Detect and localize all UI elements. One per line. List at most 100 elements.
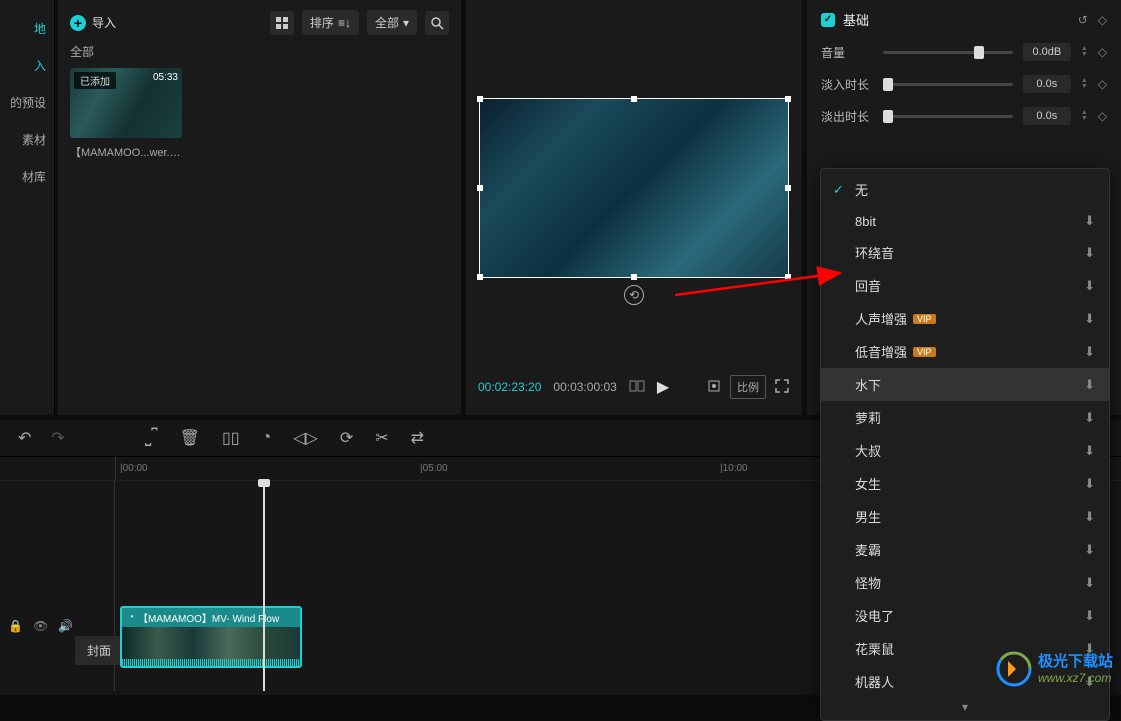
effect-item[interactable]: 低音增强VIP⬇: [821, 335, 1109, 368]
effect-item[interactable]: 萝莉⬇: [821, 401, 1109, 434]
fade-out-stepper[interactable]: ▲▼: [1081, 110, 1088, 122]
mirror-icon[interactable]: ◁▷: [293, 428, 318, 448]
left-sidebar: 地 入 的预设 素材 材库: [0, 0, 55, 415]
resize-handle[interactable]: [785, 96, 791, 102]
undo-icon[interactable]: ↶: [18, 428, 31, 448]
fade-out-slider[interactable]: [883, 115, 1013, 118]
redo-icon[interactable]: ↷: [51, 428, 64, 448]
effect-label: 8bit: [855, 214, 876, 229]
reverse-icon[interactable]: ⇄: [411, 428, 424, 448]
sidebar-item-0[interactable]: 地: [0, 10, 54, 47]
download-icon[interactable]: ⬇: [1084, 443, 1095, 459]
volume-value[interactable]: 0.0dB: [1023, 43, 1071, 61]
search-icon[interactable]: [425, 11, 449, 35]
rotate-handle[interactable]: ⟲: [624, 285, 644, 305]
effect-item[interactable]: 大叔 ⬇: [821, 434, 1109, 467]
video-frame[interactable]: ⟲: [479, 98, 789, 278]
sort-button[interactable]: 排序 ≡↓: [302, 10, 359, 35]
effect-label: 回音: [855, 276, 881, 295]
clip-header: ◔ 【MAMAMOO】MV- Wind Flow: [122, 608, 300, 627]
download-icon[interactable]: ⬇: [1084, 213, 1095, 229]
volume-slider[interactable]: [883, 51, 1013, 54]
scroll-down-icon[interactable]: ▾: [821, 698, 1109, 716]
frame-icon[interactable]: ▯▯: [222, 428, 240, 448]
fade-in-stepper[interactable]: ▲▼: [1081, 78, 1088, 90]
split-icon[interactable]: ⎵⎴: [145, 429, 158, 447]
sidebar-item-4[interactable]: 材库: [0, 158, 54, 195]
effect-item[interactable]: 环绕音 ⬇: [821, 236, 1109, 269]
lock-icon[interactable]: 🔒: [8, 619, 23, 633]
download-icon[interactable]: ⬇: [1084, 245, 1095, 261]
resize-handle[interactable]: [477, 274, 483, 280]
sidebar-item-1[interactable]: 入: [0, 47, 54, 84]
download-icon[interactable]: ⬇: [1084, 608, 1095, 624]
effect-item[interactable]: 人声增强VIP⬇: [821, 302, 1109, 335]
category-all[interactable]: 全部: [70, 43, 449, 60]
keyframe-icon[interactable]: ◇: [1098, 45, 1107, 59]
check-icon[interactable]: ✓: [821, 13, 835, 27]
download-icon[interactable]: ⬇: [1084, 377, 1095, 393]
effect-item[interactable]: 没电了⬇: [821, 599, 1109, 632]
keyframe-icon[interactable]: ◇: [1098, 77, 1107, 91]
compare-icon[interactable]: [629, 378, 645, 397]
download-icon[interactable]: ⬇: [1084, 311, 1095, 327]
eye-icon[interactable]: 👁: [33, 619, 48, 633]
effect-item[interactable]: 水下 ⬇: [821, 368, 1109, 401]
cover-button[interactable]: 封面: [75, 636, 123, 665]
effect-item[interactable]: 怪物⬇: [821, 566, 1109, 599]
effect-label: 水下: [855, 375, 881, 394]
download-icon[interactable]: ⬇: [1084, 509, 1095, 525]
effect-item[interactable]: 回音 ⬇: [821, 269, 1109, 302]
media-toolbar: + 导入 排序 ≡↓ 全部 ▾: [70, 10, 449, 35]
rotate-icon[interactable]: ⟳: [340, 428, 353, 448]
ruler-mark: |10:00: [720, 463, 748, 474]
fade-in-value[interactable]: 0.0s: [1023, 75, 1071, 93]
fullscreen-icon[interactable]: [774, 378, 790, 397]
sidebar-item-2[interactable]: 的预设: [0, 84, 54, 121]
keyframe-icon[interactable]: ◇: [1098, 109, 1107, 123]
resize-handle[interactable]: [785, 274, 791, 280]
mute-icon[interactable]: 🔊: [58, 619, 73, 633]
import-button[interactable]: + 导入: [70, 14, 116, 31]
effect-label: 大叔: [855, 441, 881, 460]
effect-item[interactable]: 男生⬇: [821, 500, 1109, 533]
playhead[interactable]: [263, 481, 265, 691]
effect-item[interactable]: 8bit ⬇: [821, 206, 1109, 236]
effect-item[interactable]: 无: [821, 173, 1109, 206]
effect-item[interactable]: 女生⬇: [821, 467, 1109, 500]
download-icon[interactable]: ⬇: [1084, 344, 1095, 360]
resize-handle[interactable]: [631, 96, 637, 102]
resize-handle[interactable]: [477, 96, 483, 102]
resize-handle[interactable]: [785, 185, 791, 191]
keyframe-icon[interactable]: ◇: [1098, 13, 1107, 27]
sidebar-item-3[interactable]: 素材: [0, 121, 54, 158]
crop-icon[interactable]: ✂: [375, 428, 388, 448]
effect-label: 环绕音: [855, 243, 894, 262]
download-icon[interactable]: ⬇: [1084, 278, 1095, 294]
watermark: 极光下载站 www.xz7.com: [996, 651, 1113, 687]
media-thumb[interactable]: 已添加 05:33 【MAMAMOO...wer.mp4: [70, 68, 182, 160]
download-icon[interactable]: ⬇: [1084, 476, 1095, 492]
download-icon[interactable]: ⬇: [1084, 542, 1095, 558]
reset-icon[interactable]: ↺: [1078, 13, 1088, 27]
download-icon[interactable]: ⬇: [1084, 410, 1095, 426]
crop-icon[interactable]: [706, 378, 722, 397]
fade-in-slider[interactable]: [883, 83, 1013, 86]
fade-out-value[interactable]: 0.0s: [1023, 107, 1071, 125]
props-title: 基础: [843, 10, 869, 29]
download-icon[interactable]: ⬇: [1084, 575, 1095, 591]
resize-handle[interactable]: [631, 274, 637, 280]
filter-button[interactable]: 全部 ▾: [367, 10, 417, 35]
effect-item[interactable]: 麦霸⬇: [821, 533, 1109, 566]
speed-icon[interactable]: ◔: [262, 429, 272, 447]
preview-canvas[interactable]: ⟲: [474, 8, 794, 367]
resize-handle[interactable]: [477, 185, 483, 191]
thumb-name: 【MAMAMOO...wer.mp4: [70, 144, 182, 160]
ratio-button[interactable]: 比例: [730, 375, 766, 399]
delete-icon[interactable]: 🗑: [180, 428, 200, 448]
volume-stepper[interactable]: ▲▼: [1081, 46, 1088, 58]
grid-view-icon[interactable]: [270, 11, 294, 35]
volume-label: 音量: [821, 44, 873, 61]
play-button[interactable]: ▶: [657, 377, 669, 397]
timeline-clip[interactable]: ◔ 【MAMAMOO】MV- Wind Flow: [120, 606, 302, 668]
